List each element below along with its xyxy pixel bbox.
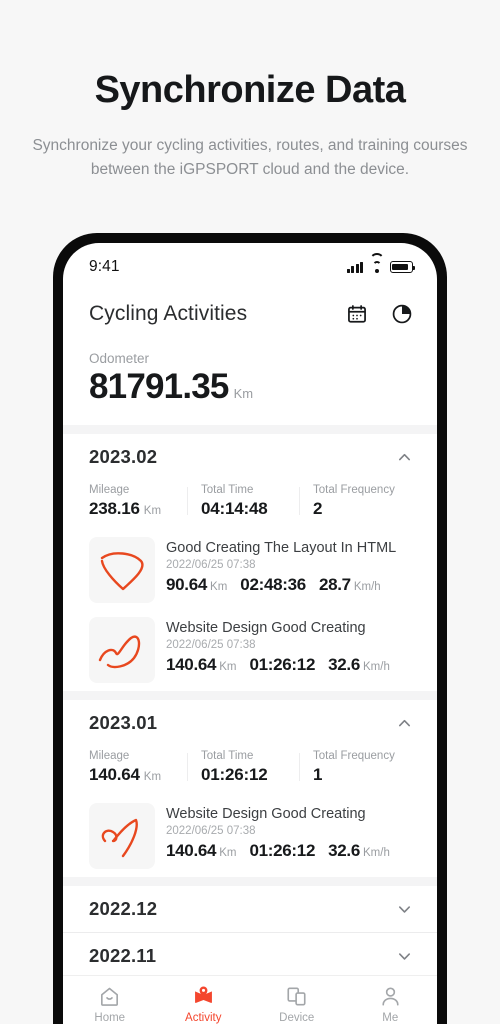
section-divider: [63, 425, 437, 434]
chevron-down-icon[interactable]: [396, 901, 413, 918]
odometer-card: Odometer 81791.35 Km: [63, 341, 437, 425]
activity-row[interactable]: Website Design Good Creating 2022/06/25 0…: [63, 797, 437, 877]
tab-label: Me: [382, 1012, 399, 1024]
phone-screen: 9:41 Cycling Activities Odometer 81791.3…: [63, 243, 437, 1024]
activity-title: Website Design Good Creating: [166, 806, 366, 822]
stat-unit: Km: [143, 505, 162, 517]
page-subtitle: Synchronize your cycling activities, rou…: [32, 136, 468, 178]
chevron-up-icon[interactable]: [396, 715, 413, 732]
stat-value: 238.16: [89, 499, 140, 518]
activity-duration: 01:26:12: [249, 655, 316, 674]
month-name: 2022.11: [89, 945, 157, 966]
stat-value: 04:14:48: [201, 499, 268, 518]
wifi-icon: [369, 253, 384, 273]
stat-value: 140.64: [89, 765, 140, 784]
tab-home[interactable]: Home: [63, 985, 157, 1024]
page-title: Synchronize Data: [94, 69, 406, 111]
activity-row[interactable]: Good Creating The Layout In HTML 2022/06/…: [63, 531, 437, 611]
month-name: 2022.12: [89, 898, 158, 919]
stat-label: Mileage: [89, 750, 130, 762]
activity-date: 2022/06/25 07:38: [166, 639, 256, 651]
stat-label: Total Frequency: [313, 484, 395, 496]
odometer-unit: Km: [233, 386, 254, 401]
app-bar-actions: [346, 303, 413, 325]
tab-label: Device: [279, 1012, 315, 1024]
tab-label: Home: [94, 1012, 126, 1024]
tab-device[interactable]: Device: [250, 985, 344, 1024]
stat-label: Total Frequency: [313, 750, 395, 762]
month-name: 2023.02: [89, 446, 158, 467]
stat-value: 1: [313, 765, 323, 784]
odometer-value: 81791.35: [89, 367, 229, 406]
profile-icon: [379, 985, 402, 1008]
stat-total-time: Total Time 01:26:12: [187, 750, 299, 785]
stat-label: Mileage: [89, 484, 130, 496]
month-name: 2023.01: [89, 712, 158, 733]
activity-date: 2022/06/25 07:38: [166, 559, 256, 571]
activity-speed: 28.7 Km/h: [318, 575, 381, 594]
month-section: 2023.02 Mileage 238.16 Km Total Time 04:14:48…: [63, 434, 437, 691]
stat-label: Total Time: [201, 750, 254, 762]
month-stats: Mileage 140.64 Km Total Time 01:26:12 Total F…: [63, 746, 437, 797]
month-stats: Mileage 238.16 Km Total Time 04:14:48 Total F…: [63, 480, 437, 531]
odometer-label: Odometer: [89, 351, 150, 366]
month-section: 2022.12: [63, 886, 437, 932]
activity-row[interactable]: Website Design Good Creating 2022/06/25 0…: [63, 611, 437, 691]
activity-speed: 32.6 Km/h: [328, 655, 390, 674]
month-header-2023.02[interactable]: 2023.02: [63, 434, 437, 480]
chevron-down-icon[interactable]: [396, 948, 413, 965]
stat-label: Total Time: [201, 484, 254, 496]
stat-value: 01:26:12: [201, 765, 268, 784]
stat-mileage: Mileage 238.16 Km: [89, 484, 187, 519]
activity-list[interactable]: Odometer 81791.35 Km 2023.02 Mileage 238.1…: [63, 341, 437, 975]
route-map-thumbnail: [89, 537, 155, 603]
stat-mileage: Mileage 140.64 Km: [89, 750, 187, 785]
activity-icon: [192, 985, 215, 1008]
status-icons: [347, 253, 415, 273]
calendar-icon[interactable]: [346, 303, 368, 325]
app-bar-title: Cycling Activities: [89, 302, 248, 325]
stat-total-frequency: Total Frequency 2: [299, 484, 411, 519]
month-header-2023.01[interactable]: 2023.01: [63, 700, 437, 746]
activity-title: Good Creating The Layout In HTML: [166, 540, 397, 556]
app-bar: Cycling Activities: [63, 287, 437, 341]
status-time: 9:41: [89, 258, 120, 275]
activity-speed: 32.6 Km/h: [328, 841, 390, 860]
signal-bars-icon: [347, 261, 363, 273]
home-icon: [98, 985, 121, 1008]
month-section: 2023.01 Mileage 140.64 Km Total Time 01:26:12…: [63, 700, 437, 877]
odometer-value-row: 81791.35 Km: [89, 367, 411, 407]
month-header-2022.12[interactable]: 2022.12: [63, 886, 437, 932]
bottom-tab-bar: Home Activity Device Me: [63, 975, 437, 1024]
tab-me[interactable]: Me: [344, 985, 438, 1024]
page-root: Synchronize Data Synchronize your cyclin…: [0, 0, 500, 1024]
month-header-2022.11[interactable]: 2022.11: [63, 933, 437, 975]
phone-mockup: 9:41 Cycling Activities Odometer 81791.3…: [53, 233, 447, 1024]
route-map-thumbnail: [89, 803, 155, 869]
section-divider: [63, 877, 437, 886]
stat-value: 2: [313, 499, 323, 518]
activity-distance: 90.64 Km: [166, 575, 228, 594]
battery-icon: [390, 261, 415, 273]
tab-activity[interactable]: Activity: [157, 985, 251, 1024]
activity-duration: 02:48:36: [240, 575, 306, 594]
activity-distance: 140.64 Km: [166, 655, 237, 674]
stat-unit: Km: [143, 771, 162, 783]
pie-chart-icon[interactable]: [391, 303, 413, 325]
months-container: 2023.02 Mileage 238.16 Km Total Time 04:14:48…: [63, 434, 437, 975]
status-bar: 9:41: [63, 243, 437, 287]
section-divider: [63, 691, 437, 700]
activity-date: 2022/06/25 07:38: [166, 825, 256, 837]
month-section: 2022.11: [63, 933, 437, 975]
stat-total-frequency: Total Frequency 1: [299, 750, 411, 785]
route-map-thumbnail: [89, 617, 155, 683]
promo-header: Synchronize Data Synchronize your cyclin…: [0, 0, 500, 182]
activity-title: Website Design Good Creating: [166, 620, 366, 636]
device-icon: [285, 985, 308, 1008]
activity-duration: 01:26:12: [249, 841, 316, 860]
tab-label: Activity: [185, 1012, 222, 1024]
stat-total-time: Total Time 04:14:48: [187, 484, 299, 519]
chevron-up-icon[interactable]: [396, 449, 413, 466]
activity-distance: 140.64 Km: [166, 841, 237, 860]
